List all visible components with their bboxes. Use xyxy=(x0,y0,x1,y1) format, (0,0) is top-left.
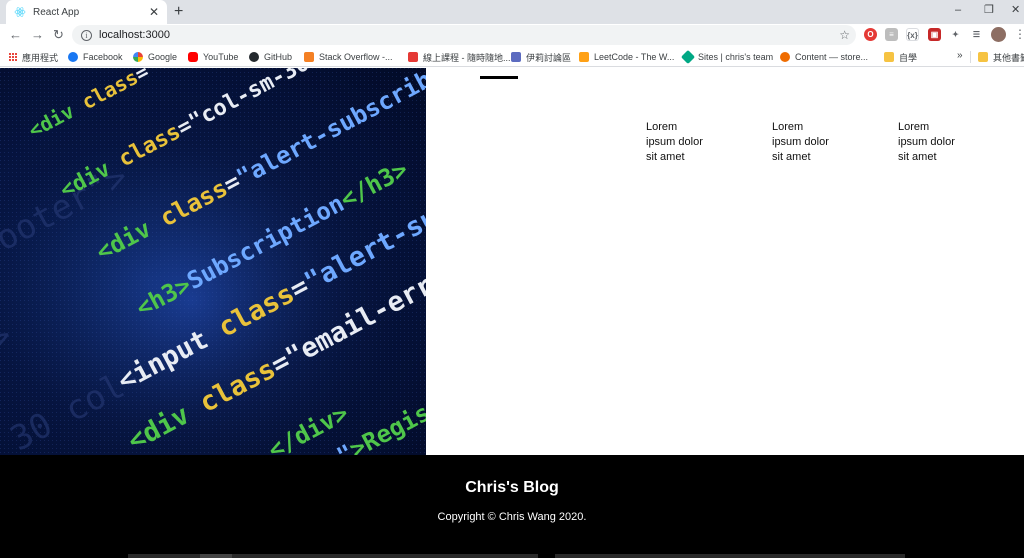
address-bar[interactable]: i localhost:3000 ☆ xyxy=(72,25,856,45)
folder-icon xyxy=(884,52,894,62)
bookmark-label: 線上課程 - 隨時隨地... xyxy=(423,52,511,63)
bookmark-folder-other[interactable]: 其他書籤 xyxy=(978,50,1024,64)
close-window-button[interactable]: ✕ xyxy=(1011,2,1020,18)
bookmark-label: LeetCode - The W... xyxy=(594,52,675,62)
footer-title: Chris's Blog xyxy=(465,479,559,496)
footer-copyright: Copyright © Chris Wang 2020. xyxy=(437,511,587,523)
bookmark-folder-self-study[interactable]: 自學 xyxy=(884,50,917,64)
site-footer: Chris's Blog Copyright © Chris Wang 2020… xyxy=(0,455,1024,558)
stackoverflow-icon xyxy=(304,52,314,62)
bookmark-star-icon[interactable]: ☆ xyxy=(839,27,850,43)
active-nav-indicator xyxy=(480,76,518,79)
extension-code-icon[interactable]: {x} xyxy=(906,28,919,41)
extension-red-icon[interactable]: ▣ xyxy=(928,28,941,41)
bookmark-label: 自學 xyxy=(899,52,918,63)
tab-title: React App xyxy=(33,6,80,18)
bookmark-sites[interactable]: Sites | chris's team xyxy=(680,49,774,65)
bookmark-label: Facebook xyxy=(83,52,123,62)
feature-text: Lorem ipsum dolor sit amet xyxy=(772,121,829,163)
bookmark-facebook[interactable]: Facebook xyxy=(68,50,123,64)
bookmark-label: 其他書籤 xyxy=(993,52,1024,63)
bookmark-leetcode[interactable]: LeetCode - The W... xyxy=(579,50,674,64)
bookmark-google[interactable]: Google xyxy=(133,50,177,64)
bookmark-stackoverflow[interactable]: Stack Overflow -... xyxy=(304,50,393,64)
bookmark-label: 應用程式 xyxy=(22,52,59,63)
bookmark-label: Stack Overflow -... xyxy=(319,52,393,62)
tab-close-icon[interactable]: ✕ xyxy=(149,5,159,19)
minimize-button[interactable]: – xyxy=(955,2,961,18)
forward-arrow-icon[interactable]: → xyxy=(31,27,44,43)
restore-button[interactable]: ❐ xyxy=(984,2,994,18)
browser-tab-react-app[interactable]: React App ✕ xyxy=(6,0,167,24)
bookmark-github[interactable]: GitHub xyxy=(249,50,292,64)
facebook-icon xyxy=(68,52,78,62)
back-arrow-icon[interactable]: ← xyxy=(9,27,22,43)
bookmark-label: GitHub xyxy=(264,52,293,62)
bookmark-online-course[interactable]: 線上課程 - 隨時隨地... xyxy=(408,50,511,64)
bookmark-forum[interactable]: 伊莉討論區 xyxy=(511,50,571,64)
bookmark-label: 伊莉討論區 xyxy=(526,52,572,63)
forum-icon xyxy=(511,52,521,62)
react-logo-icon xyxy=(14,7,26,17)
feature-text: Lorem ipsum dolor sit amet xyxy=(646,121,703,163)
profile-avatar[interactable] xyxy=(991,27,1006,42)
extensions-puzzle-icon[interactable]: ✦ xyxy=(949,28,962,41)
new-tab-button[interactable]: + xyxy=(174,2,183,22)
apps-grid-icon xyxy=(9,53,17,61)
hero-code-image: ooter"> > 30 col- <div class="container"… xyxy=(0,68,426,455)
bookmark-label: Sites | chris's team xyxy=(698,52,774,62)
horizontal-scrollbar-thumb[interactable] xyxy=(200,554,232,558)
bookmark-content-store[interactable]: Content — store... xyxy=(780,50,868,64)
youtube-icon xyxy=(188,52,198,62)
bookmark-label: YouTube xyxy=(203,52,239,62)
address-url: localhost:3000 xyxy=(99,29,170,41)
more-bookmarks-chevron-icon[interactable]: » xyxy=(957,50,963,61)
bookmarks-bar: 應用程式 Facebook Google YouTube GitHub Stac… xyxy=(0,46,1024,67)
feature-text: Lorem ipsum dolor sit amet xyxy=(898,121,955,163)
horizontal-scrollbar-track[interactable] xyxy=(555,554,905,558)
reading-list-icon[interactable]: ☰ xyxy=(970,28,983,41)
bookmark-label: Google xyxy=(148,52,178,62)
horizontal-scrollbar-track[interactable] xyxy=(128,554,538,558)
content-icon xyxy=(780,52,790,62)
folder-icon xyxy=(978,52,988,62)
browser-toolbar: ← → ↻ i localhost:3000 ☆ O ≡ {x} ▣ ✦ ☰ ⋮ xyxy=(0,24,1024,46)
leetcode-icon xyxy=(579,52,589,62)
extension-translate-icon[interactable]: ≡ xyxy=(885,28,898,41)
course-icon xyxy=(408,52,418,62)
browser-tab-strip: React App ✕ + – ❐ ✕ xyxy=(0,0,1024,24)
bookmark-youtube[interactable]: YouTube xyxy=(188,50,238,64)
browser-menu-icon[interactable]: ⋮ xyxy=(1014,26,1024,42)
bookmarks-divider xyxy=(970,51,971,63)
bookmark-label: Content — store... xyxy=(795,52,869,62)
reload-icon[interactable]: ↻ xyxy=(53,27,64,43)
site-info-icon[interactable]: i xyxy=(81,29,92,41)
google-icon xyxy=(133,52,143,62)
sites-icon xyxy=(680,49,696,65)
extension-opera-icon[interactable]: O xyxy=(864,28,877,41)
bookmark-apps[interactable]: 應用程式 xyxy=(9,50,58,64)
github-icon xyxy=(249,52,259,62)
web-page: ooter"> > 30 col- <div class="container"… xyxy=(0,68,1024,558)
